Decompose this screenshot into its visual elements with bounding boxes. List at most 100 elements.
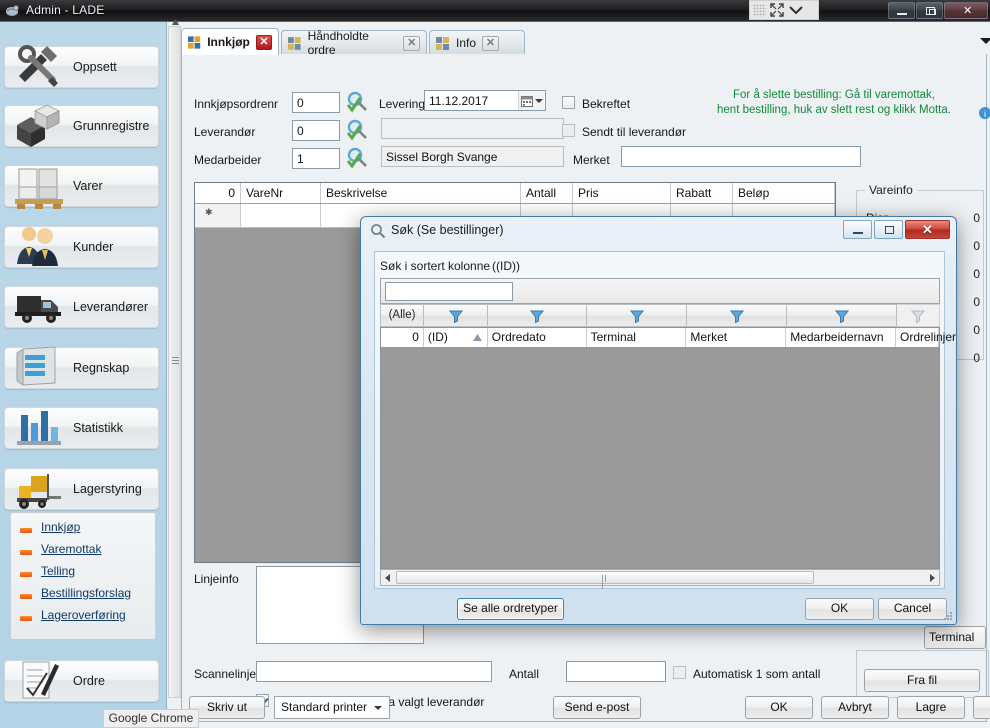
printer-select[interactable]: Standard printer bbox=[274, 696, 390, 719]
see-all-order-types-button[interactable]: Se alle ordretyper bbox=[457, 598, 564, 620]
filter-id-button[interactable] bbox=[424, 304, 488, 327]
filter-merket-button[interactable] bbox=[687, 304, 787, 327]
filter-medarbeidernavn-button[interactable] bbox=[787, 304, 897, 327]
filter-ordredato-button[interactable] bbox=[488, 304, 587, 327]
resize-grip-icon[interactable] bbox=[943, 612, 953, 622]
dialog-maximize-button[interactable] bbox=[874, 220, 903, 239]
delete-notice: For å slette bestilling: Gå til varemott… bbox=[694, 88, 974, 118]
input-merket[interactable] bbox=[621, 146, 861, 167]
tab-innkjop[interactable]: Innkjøp ✕ bbox=[181, 28, 279, 55]
sidebar-item-ordre[interactable]: Ordre bbox=[4, 660, 159, 702]
col-pris: Pris bbox=[573, 183, 671, 203]
input-leverandor[interactable]: 0 bbox=[292, 120, 340, 141]
dialog-minimize-button[interactable] bbox=[843, 220, 872, 239]
sidebar-item-kunder[interactable]: Kunder bbox=[4, 226, 159, 268]
tab-label: Håndholdte ordre bbox=[307, 29, 369, 57]
chevron-down-icon[interactable] bbox=[788, 3, 804, 17]
tools-icon bbox=[18, 45, 58, 87]
scroll-up-icon[interactable] bbox=[171, 18, 180, 26]
maximize-button[interactable] bbox=[916, 2, 943, 19]
minimize-button[interactable] bbox=[888, 2, 915, 19]
col-terminal[interactable]: Terminal bbox=[587, 328, 687, 347]
expand-icon[interactable] bbox=[770, 3, 784, 17]
checkbox-automatisk-1-som-antall[interactable] bbox=[673, 666, 686, 679]
tab-close-icon[interactable]: ✕ bbox=[403, 35, 421, 51]
ok-button[interactable]: OK bbox=[745, 696, 813, 719]
extra-button[interactable] bbox=[973, 696, 990, 719]
window-titlebar: Admin - LADE ✕ bbox=[0, 0, 990, 22]
window-controls[interactable]: ✕ bbox=[887, 2, 988, 20]
filter-funnel-icon bbox=[529, 310, 545, 324]
sidebar-item-statistikk[interactable]: Statistikk bbox=[4, 407, 159, 449]
submenu-item-varemottak[interactable]: Varemottak bbox=[11, 542, 155, 564]
notepad-icon bbox=[22, 661, 59, 699]
input-medarbeider-name[interactable]: Sissel Borgh Svange bbox=[381, 146, 564, 167]
save-button[interactable]: Lagre bbox=[897, 696, 965, 719]
cell-varenr[interactable] bbox=[241, 204, 321, 227]
col-merket[interactable]: Merket bbox=[686, 328, 787, 347]
col-ordrelinjer[interactable]: Ordrelinjer bbox=[896, 328, 956, 347]
filter-ordrelinjer-button[interactable] bbox=[897, 304, 940, 327]
submenu-label: Lageroverføring bbox=[41, 608, 126, 622]
close-button[interactable]: ✕ bbox=[944, 2, 988, 19]
scroll-right-icon[interactable] bbox=[930, 574, 935, 582]
input-leverandor-name[interactable] bbox=[381, 118, 564, 139]
input-scannelinje[interactable] bbox=[256, 661, 492, 682]
scroll-left-icon[interactable] bbox=[385, 574, 390, 582]
info-icon[interactable]: i bbox=[978, 106, 990, 128]
filter-all-button[interactable]: (Alle) bbox=[380, 304, 424, 327]
fra-fil-button[interactable]: Fra fil bbox=[864, 669, 980, 692]
input-medarbeider[interactable]: 1 bbox=[292, 148, 340, 169]
dialog-close-button[interactable]: ✕ bbox=[905, 220, 950, 239]
horizontal-scrollbar[interactable] bbox=[380, 569, 940, 589]
submenu-item-lageroverforing[interactable]: Lageroverføring bbox=[11, 608, 155, 630]
tab-handholdte-ordre[interactable]: Håndholdte ordre ✕ bbox=[281, 29, 427, 57]
search-input[interactable] bbox=[385, 282, 513, 301]
print-button[interactable]: Skriv ut bbox=[189, 696, 265, 719]
tab-close-icon[interactable]: ✕ bbox=[255, 34, 272, 50]
checkbox-bekreftet[interactable] bbox=[562, 96, 575, 109]
boxes-icon bbox=[17, 104, 61, 147]
search-icon[interactable] bbox=[345, 118, 371, 142]
tab-info[interactable]: Info ✕ bbox=[429, 30, 525, 55]
search-icon[interactable] bbox=[345, 90, 371, 114]
tab-label: Info bbox=[456, 36, 477, 50]
submenu-item-telling[interactable]: Telling bbox=[11, 564, 155, 586]
send-email-button[interactable]: Send e-post bbox=[553, 696, 641, 719]
input-innkjopsordrenr[interactable]: 0 bbox=[292, 92, 340, 113]
checkbox-sendt-til-leverandor[interactable] bbox=[562, 124, 575, 137]
sidebar-item-varer[interactable]: Varer bbox=[4, 165, 159, 209]
dialog-window-controls[interactable]: ✕ bbox=[841, 220, 950, 239]
date-picker-button[interactable] bbox=[518, 91, 544, 110]
sidebar-item-grunnregistre[interactable]: Grunnregistre bbox=[4, 104, 159, 147]
vertical-scrollbar[interactable] bbox=[168, 19, 181, 698]
label-antall: Antall bbox=[509, 667, 540, 681]
taskbar-item-google-chrome[interactable]: Google Chrome bbox=[103, 709, 199, 728]
sidebar-item-leverandorer[interactable]: Leverandører bbox=[4, 286, 159, 328]
submenu-item-bestillingsforslag[interactable]: Bestillingsforslag bbox=[11, 586, 155, 608]
tab-overflow-chevron-icon[interactable] bbox=[979, 36, 990, 46]
dialog-ok-button[interactable]: OK bbox=[805, 598, 874, 620]
sidebar-item-regnskap[interactable]: Regnskap bbox=[4, 346, 159, 389]
tab-close-icon[interactable]: ✕ bbox=[482, 35, 500, 51]
col-medarbeidernavn[interactable]: Medarbeidernavn bbox=[786, 328, 896, 347]
sidebar-item-lagerstyring[interactable]: Lagerstyring bbox=[4, 468, 159, 510]
dialog-cancel-button[interactable]: Cancel bbox=[878, 598, 947, 620]
scrollbar-thumb[interactable] bbox=[396, 571, 814, 589]
drag-grip-icon[interactable] bbox=[753, 3, 766, 17]
result-grid-body[interactable] bbox=[380, 347, 940, 569]
tab-strip: Innkjøp ✕ Håndholdte ordre ✕ Info ✕ bbox=[181, 28, 990, 57]
col-ordredato[interactable]: Ordredato bbox=[488, 328, 587, 347]
col-id[interactable]: (ID) bbox=[424, 328, 488, 347]
filter-terminal-button[interactable] bbox=[587, 304, 687, 327]
cancel-button[interactable]: Avbryt bbox=[821, 696, 889, 719]
input-antall[interactable] bbox=[566, 661, 666, 682]
sidebar-item-oppsett[interactable]: Oppsett bbox=[4, 45, 159, 88]
row-marker[interactable] bbox=[195, 204, 241, 227]
terminal-button[interactable]: Terminal bbox=[924, 626, 986, 649]
bullet-dash-icon bbox=[20, 528, 32, 533]
overlay-toolbar[interactable] bbox=[749, 0, 819, 20]
dialog-body: Søk i sortert kolonne ((ID)) (Alle) 0 (I… bbox=[374, 251, 956, 589]
submenu-item-innkjop[interactable]: Innkjøp bbox=[11, 520, 155, 542]
search-icon[interactable] bbox=[345, 146, 371, 170]
